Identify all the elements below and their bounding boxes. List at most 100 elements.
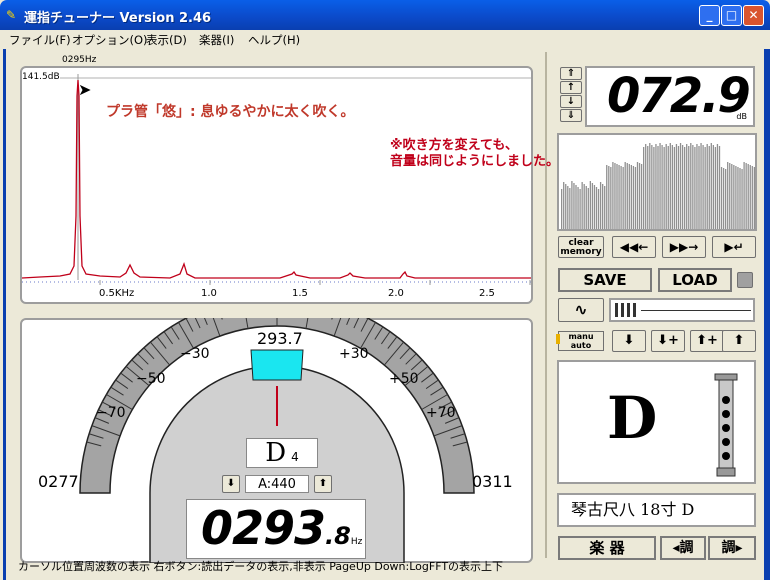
history-bar bbox=[575, 185, 577, 229]
half-up-button[interactable]: ⬆+ bbox=[690, 330, 724, 352]
x-tick-label: 1.5 bbox=[292, 288, 308, 299]
readout-unit: Hz bbox=[350, 537, 363, 547]
level-down-button[interactable]: ↓ bbox=[560, 95, 582, 108]
readout-main: 0293 bbox=[201, 501, 326, 555]
level-unit: dB bbox=[736, 112, 747, 121]
history-bar bbox=[667, 146, 669, 229]
history-bar bbox=[696, 144, 698, 229]
window-frame-right bbox=[764, 49, 770, 580]
a-ref-up-button[interactable]: ⬆ bbox=[314, 475, 332, 493]
octave-down-button[interactable]: ⬇ bbox=[612, 330, 646, 352]
instrument-name: 琴古尺八 18寸 D bbox=[557, 493, 756, 527]
history-bar bbox=[563, 182, 565, 229]
history-bar bbox=[608, 166, 610, 229]
x-tick-label: 1.0 bbox=[201, 288, 217, 299]
history-bar bbox=[589, 181, 591, 229]
history-bar bbox=[692, 145, 694, 229]
forward-button[interactable]: ▶▶→ bbox=[662, 236, 706, 258]
history-bar bbox=[634, 167, 637, 229]
tune-up-button[interactable]: 調▸ bbox=[708, 536, 756, 560]
instrument-button[interactable]: 楽 器 bbox=[558, 536, 656, 560]
history-bar bbox=[565, 184, 567, 229]
rewind-button[interactable]: ◀◀← bbox=[612, 236, 656, 258]
note-octave: 4 bbox=[291, 450, 299, 464]
scale-plus-70: +70 bbox=[426, 405, 456, 421]
status-bar: カーソル位置周波数の表示 右ボタン:読出データの表示,非表示 PageUp Do… bbox=[18, 560, 504, 573]
history-bar bbox=[612, 162, 614, 229]
scale-minus-70: −70 bbox=[96, 405, 126, 421]
menu-view[interactable]: 表示(D) bbox=[146, 32, 187, 48]
sine-wave-icon[interactable]: ∿ bbox=[558, 298, 604, 322]
maximize-button[interactable]: □ bbox=[721, 5, 742, 26]
history-bar bbox=[636, 162, 639, 229]
spectrum-annotation-1: プラ管「悠」: 息ゆるやかに太く吹く。 bbox=[106, 104, 355, 120]
history-bar bbox=[577, 187, 579, 229]
history-bar bbox=[645, 144, 647, 229]
spectrum-annotation-2b: 音量は同じようにしました。⇒ bbox=[390, 154, 570, 169]
menu-file[interactable]: ファイル(F) bbox=[9, 32, 71, 48]
history-bar bbox=[567, 186, 569, 229]
octave-up-button[interactable]: ⬆ bbox=[722, 330, 756, 352]
history-bar bbox=[690, 143, 692, 229]
a-reference: A:440 bbox=[245, 475, 309, 493]
history-bar bbox=[677, 146, 680, 229]
history-bar bbox=[675, 144, 678, 229]
slider-thumb[interactable] bbox=[615, 303, 639, 317]
history-bar bbox=[681, 145, 684, 229]
history-bar bbox=[739, 168, 741, 229]
history-bar bbox=[669, 143, 671, 229]
note-display: D 4 bbox=[246, 438, 318, 468]
readout-decimal: .8 bbox=[325, 522, 351, 550]
history-bar bbox=[591, 183, 594, 229]
history-bar bbox=[684, 147, 686, 229]
history-bar bbox=[747, 164, 749, 229]
history-bar bbox=[583, 184, 585, 229]
load-button[interactable]: LOAD bbox=[658, 268, 732, 292]
history-bar bbox=[581, 182, 583, 229]
history-bar bbox=[587, 188, 589, 229]
tune-down-button[interactable]: ◂調 bbox=[660, 536, 706, 560]
history-bar bbox=[595, 187, 598, 229]
history-bar bbox=[710, 143, 712, 229]
shakuhachi-fingering-icon bbox=[714, 373, 738, 477]
close-button[interactable]: ✕ bbox=[743, 5, 764, 26]
volume-slider[interactable] bbox=[609, 298, 755, 322]
half-down-button[interactable]: ⬇+ bbox=[651, 330, 685, 352]
scale-plus-30: +30 bbox=[339, 346, 369, 362]
menu-options[interactable]: オプション(O) bbox=[72, 32, 148, 48]
history-bar bbox=[661, 145, 663, 229]
history-bar bbox=[624, 162, 626, 229]
menu-help[interactable]: ヘルプ(H) bbox=[248, 32, 300, 48]
level-display: 072.9 dB bbox=[585, 66, 755, 127]
history-bar bbox=[571, 181, 573, 229]
history-bar bbox=[620, 166, 622, 229]
scale-minus-30: −30 bbox=[180, 346, 210, 362]
history-bar bbox=[704, 147, 706, 229]
history-bar bbox=[561, 189, 563, 229]
x-tick-label: 2.0 bbox=[388, 288, 404, 299]
scale-plus-50: +50 bbox=[389, 371, 419, 387]
save-button[interactable]: SAVE bbox=[558, 268, 652, 292]
history-bar bbox=[700, 143, 702, 229]
window-title: 運指チューナー Version 2.46 bbox=[24, 11, 212, 26]
history-bar bbox=[679, 143, 682, 229]
history-bar bbox=[602, 184, 604, 229]
minimize-button[interactable]: _ bbox=[699, 5, 720, 26]
history-bar bbox=[663, 147, 665, 229]
level-down-fast-button[interactable]: ⇓ bbox=[560, 109, 582, 122]
load-indicator[interactable] bbox=[737, 272, 753, 288]
manu-auto-toggle[interactable]: manu auto bbox=[558, 331, 604, 351]
a-ref-down-button[interactable]: ⬇ bbox=[222, 475, 240, 493]
history-bar bbox=[720, 167, 723, 229]
menu-instrument[interactable]: 楽器(I) bbox=[199, 32, 234, 48]
slider-track bbox=[641, 310, 751, 311]
manu-label: manu bbox=[568, 332, 594, 341]
play-return-button[interactable]: ▶↵ bbox=[712, 236, 756, 258]
level-up-button[interactable]: ↑ bbox=[560, 81, 582, 94]
clear-memory-button[interactable]: clear memory bbox=[558, 236, 604, 258]
level-up-fast-button[interactable]: ⇑ bbox=[560, 67, 582, 80]
history-bar bbox=[606, 165, 608, 229]
marker-frequency: 0295Hz bbox=[62, 55, 97, 65]
scale-minus-50: −50 bbox=[136, 371, 166, 387]
history-bar bbox=[745, 163, 747, 229]
